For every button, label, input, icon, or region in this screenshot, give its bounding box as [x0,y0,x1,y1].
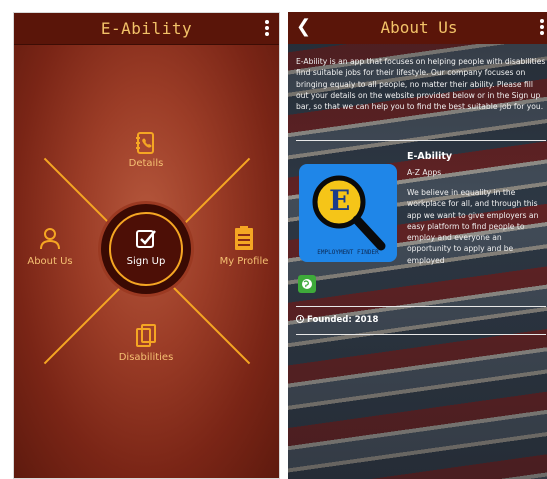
app-title: E-Ability [100,19,193,38]
person-icon[interactable] [39,227,61,251]
about-description: E-Ability is an app that focuses on help… [296,57,546,112]
founded-label: Founded: [307,315,352,325]
menu-label-sign-up[interactable]: Sign Up [118,256,174,267]
developer-name: A-Z Apps [407,168,442,177]
checkbox-icon[interactable] [135,228,157,250]
divider [296,306,546,307]
globe-icon [302,279,312,289]
menu-label-disabilities[interactable]: Disabilities [114,352,178,363]
divider [296,140,546,141]
kebab-menu-icon[interactable] [540,19,544,37]
app-description: We believe in equality in the workplace … [407,188,539,265]
contact-book-icon[interactable] [135,131,157,155]
menu-label-about-us[interactable]: About Us [20,256,80,267]
home-app-bar: E-Ability [14,13,279,45]
page-title: About Us [380,18,458,37]
about-us-screen: ❮ About Us E-Ability is an app that focu… [288,12,547,479]
documents-icon[interactable] [135,323,157,349]
menu-label-details[interactable]: Details [122,158,170,169]
app-logo: E EMPLOYMENT FINDER [299,164,397,262]
divider [296,334,546,335]
app-name: E-Ability [407,151,453,162]
home-screen: E-Ability Details About Us Sign Up My Pr… [13,12,280,479]
logo-letter: E [329,184,351,217]
founded-row: Founded: 2018 [296,315,378,325]
founded-year: 2018 [354,315,379,325]
menu-label-my-profile[interactable]: My Profile [214,256,274,267]
website-button[interactable] [298,275,316,293]
logo-caption: EMPLOYMENT FINDER [317,249,379,256]
clipboard-icon[interactable] [233,225,255,251]
kebab-menu-icon[interactable] [265,20,269,38]
clock-icon [296,315,304,323]
about-app-bar: ❮ About Us [288,12,547,44]
